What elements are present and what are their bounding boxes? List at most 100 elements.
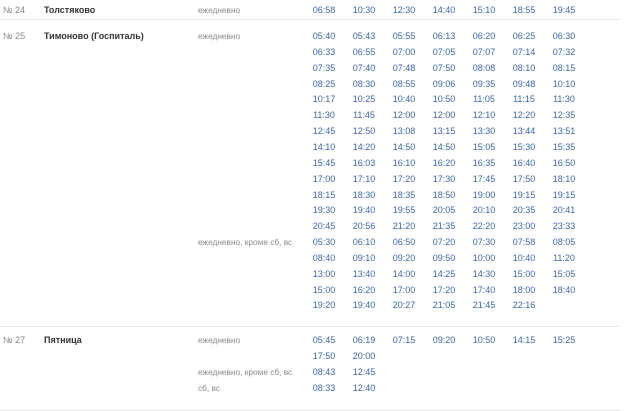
departure-time: 18:10 [552,173,576,184]
departure-time: 07:40 [352,62,376,73]
departure-time: 15:00 [512,268,536,279]
departure-time: 15:25 [552,335,576,345]
departure-time: 17:50 [512,173,536,184]
route-number: № 25 [3,31,26,41]
departure-time: 07:05 [432,46,456,57]
departure-time: 12:30 [392,5,416,15]
departure-time: 08:15 [552,62,576,73]
schedule-label: сб, вс [198,382,220,393]
departure-time: 07:15 [392,335,416,345]
departure-time: 06:55 [352,46,376,57]
departure-time: 23:33 [552,221,576,232]
departure-time: 17:10 [352,173,376,184]
departure-time: 15:35 [552,141,576,152]
departure-time: 11:20 [553,252,575,263]
departure-time: 07:58 [512,237,536,248]
departure-time: 05:43 [352,31,376,41]
departure-time: 14:20 [352,141,376,152]
departure-time: 10:10 [552,78,576,89]
departure-time: 05:30 [312,237,336,248]
departure-time: 08:55 [392,78,416,89]
departure-time: 09:10 [352,252,376,263]
departure-time: 14:25 [432,268,456,279]
departure-time: 05:40 [312,31,336,41]
departure-time: 15:10 [472,5,496,15]
departure-time: 13:51 [552,126,576,137]
departure-time: 11:05 [473,94,495,105]
departure-time: 09:06 [432,78,456,89]
departure-time: 07:00 [392,46,416,57]
departure-time: 16:20 [432,157,456,168]
departure-time: 07:14 [512,46,536,57]
departure-time: 12:00 [392,110,416,121]
departure-time: 08:43 [312,366,336,377]
departure-time: 16:20 [352,284,376,295]
departure-time: 13:44 [512,126,536,137]
departure-time: 17:00 [392,284,416,295]
departure-time: 12:45 [352,366,376,377]
departure-time: 07:32 [552,46,576,57]
departure-time: 20:41 [552,205,576,216]
departure-time: 07:50 [432,62,456,73]
departure-time: 16:40 [512,157,536,168]
schedule-label: ежедневно [198,31,241,41]
departure-time: 11:15 [513,94,535,105]
departure-time: 19:00 [472,189,496,200]
departure-time: 14:15 [512,335,536,345]
departure-time: 06:30 [552,31,576,41]
departure-time: 19:45 [552,5,576,15]
departure-time: 17:30 [432,173,456,184]
departure-time: 13:30 [472,126,496,137]
departure-time: 09:20 [392,252,416,263]
departure-time: 06:13 [432,31,456,41]
departure-time: 06:25 [512,31,536,41]
departure-time: 09:20 [432,335,456,345]
departure-time: 17:40 [472,284,496,295]
departure-time: 22:20 [472,221,496,232]
departure-time: 08:40 [312,252,336,263]
departure-time: 13:00 [312,268,336,279]
departure-time: 20:05 [432,205,456,216]
departure-time: 16:50 [552,157,576,168]
departure-time: 20:56 [352,221,376,232]
departure-time: 19:20 [312,300,336,311]
departure-time: 05:55 [392,31,416,41]
departure-time: 11:45 [353,110,375,121]
departure-time: 17:00 [312,173,336,184]
departure-time: 14:40 [432,5,456,15]
departure-time: 06:20 [472,31,496,41]
departure-time: 06:33 [312,46,336,57]
schedule-label: ежедневно [198,335,241,345]
departure-time: 08:08 [472,62,496,73]
departure-time: 12:40 [352,382,376,393]
departure-time: 21:45 [472,300,496,311]
departure-time: 15:45 [312,157,336,168]
departure-time: 17:45 [472,173,496,184]
departure-time: 18:35 [392,189,416,200]
departure-time: 06:58 [312,5,336,15]
stop-name: Тимоново (Госпиталь) [44,31,144,41]
departure-time: 17:50 [312,350,336,361]
departure-time: 09:48 [512,78,536,89]
departure-time: 13:08 [392,126,416,137]
departure-time: 08:30 [352,78,376,89]
departure-time: 07:07 [472,46,496,57]
departure-time: 15:05 [472,141,496,152]
departure-time: 23:00 [512,221,536,232]
schedule-label: ежедневно, кроме сб, вс [198,237,293,248]
departure-time: 14:30 [472,268,496,279]
departure-time: 13:40 [352,268,376,279]
departure-time: 06:10 [352,237,376,248]
departure-time: 18:00 [512,284,536,295]
departure-time: 16:35 [472,157,496,168]
departure-time: 07:20 [432,237,456,248]
departure-time: 17:20 [432,284,456,295]
departure-time: 16:10 [392,157,416,168]
departure-time: 10:40 [512,252,536,263]
departure-time: 07:48 [392,62,416,73]
departure-time: 12:50 [352,126,376,137]
route-block: № 27 Пятница ежедневно 05:45 06:19 07:15 09:20… [0,328,620,411]
departure-time: 08:33 [312,382,336,393]
departure-time: 12:20 [512,110,536,121]
route-block: № 24 Толстяково ежедневно 06:58 10:30 12:30 14… [0,0,620,20]
